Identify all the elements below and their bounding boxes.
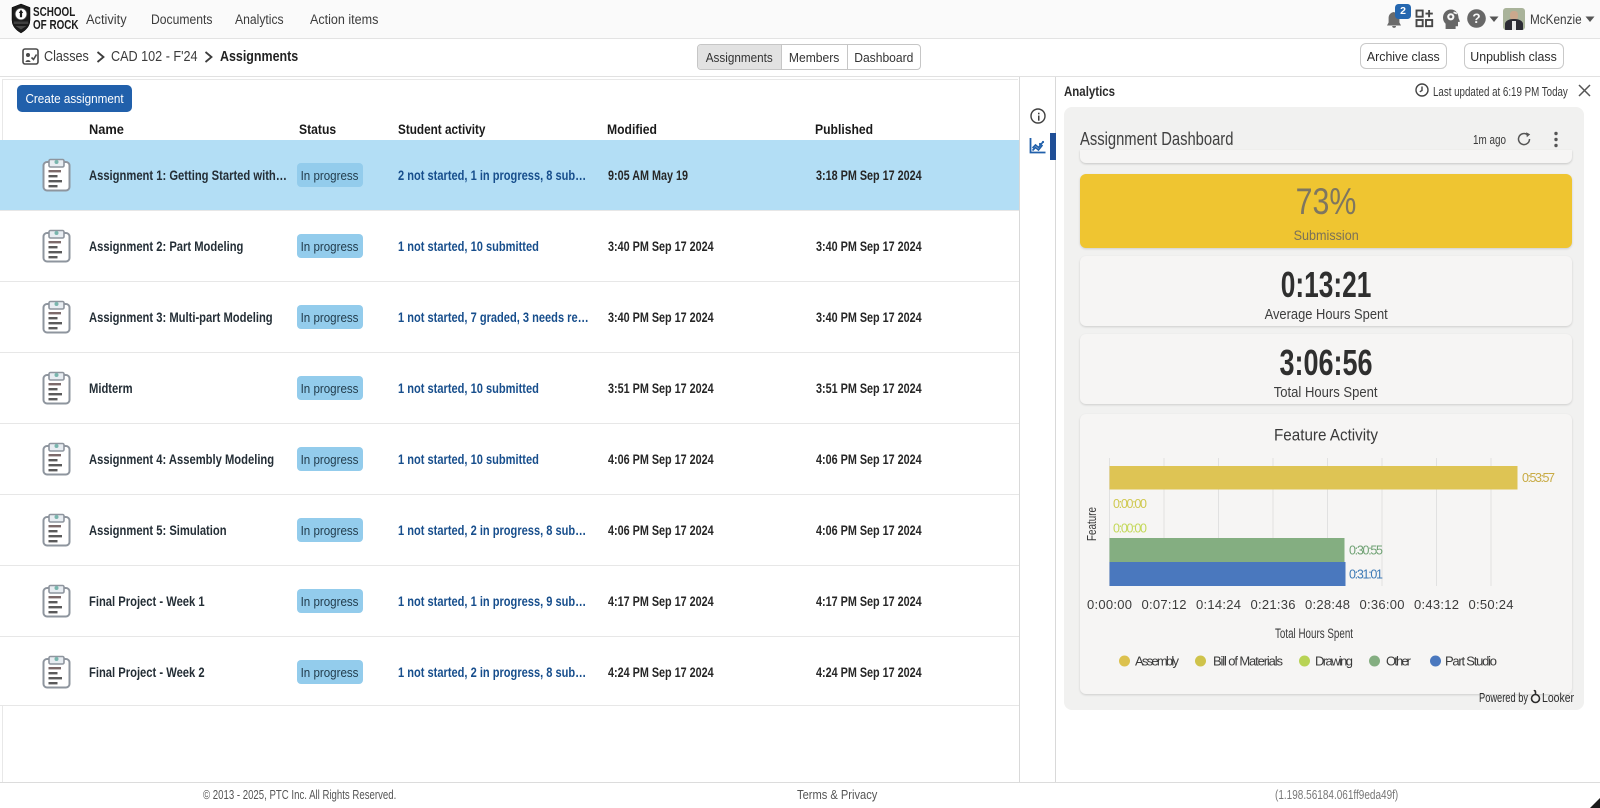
svg-text:Other: Other bbox=[1386, 654, 1412, 669]
svg-text:0:30:55: 0:30:55 bbox=[1349, 544, 1383, 558]
svg-text:0:14:24: 0:14:24 bbox=[1196, 597, 1241, 612]
svg-text:0:36:00: 0:36:00 bbox=[1360, 597, 1405, 612]
svg-text:0:00:00: 0:00:00 bbox=[1113, 497, 1147, 511]
svg-text:0:07:12: 0:07:12 bbox=[1142, 597, 1187, 612]
svg-text:0:28:48: 0:28:48 bbox=[1305, 597, 1350, 612]
svg-text:?: ? bbox=[1472, 11, 1480, 26]
svg-text:Powered by: Powered by bbox=[1479, 690, 1528, 705]
svg-text:0:21:36: 0:21:36 bbox=[1251, 597, 1296, 612]
svg-text:Part Studio: Part Studio bbox=[1445, 654, 1497, 669]
svg-text:0:00:00: 0:00:00 bbox=[1113, 522, 1147, 536]
svg-text:Drawing: Drawing bbox=[1315, 654, 1353, 669]
svg-text:0:00:00: 0:00:00 bbox=[1087, 597, 1132, 612]
svg-text:Bill of Materials: Bill of Materials bbox=[1213, 654, 1284, 669]
svg-text:Assembly: Assembly bbox=[1135, 654, 1180, 669]
svg-text:Feature Activity: Feature Activity bbox=[1274, 426, 1378, 445]
svg-text:0:53:57: 0:53:57 bbox=[1522, 471, 1555, 485]
svg-text:0:43:12: 0:43:12 bbox=[1414, 597, 1459, 612]
svg-text:Total Hours Spent: Total Hours Spent bbox=[1275, 626, 1353, 641]
svg-text:Looker: Looker bbox=[1542, 690, 1575, 705]
svg-text:0:31:01: 0:31:01 bbox=[1349, 568, 1383, 582]
svg-text:0:50:24: 0:50:24 bbox=[1469, 597, 1514, 612]
svg-text:Feature: Feature bbox=[1084, 507, 1099, 541]
